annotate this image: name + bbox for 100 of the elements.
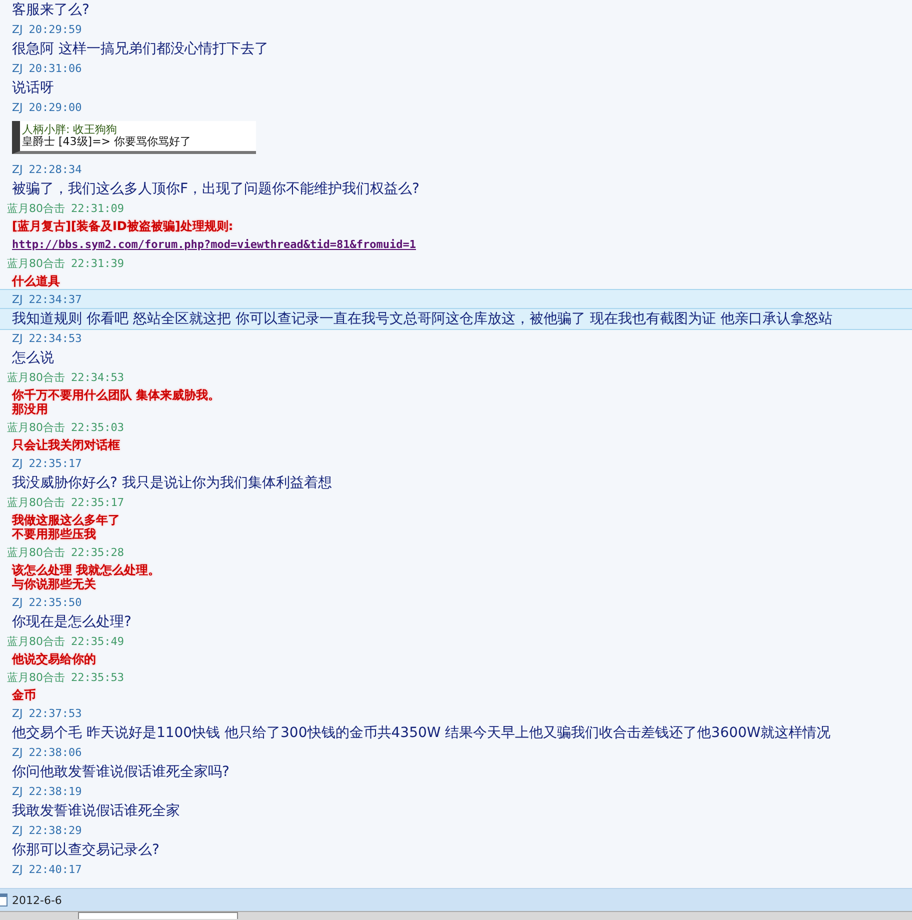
message-row[interactable]: 蓝月80合击 22:31:09	[0, 198, 912, 219]
message-row[interactable]: [蓝月复古][装备及ID被盗被骗]处理规则: http://bbs.sym2.com/forum.php?mod=viewthread&tid=81&fromuid=1	[0, 217, 912, 255]
message-text: 不要用那些压我	[12, 527, 97, 541]
message-row[interactable]: 蓝月80合击 22:35:53	[0, 667, 912, 688]
sender-name: ZJ	[12, 293, 23, 306]
message-text: 该怎么处理 我就怎么处理。	[12, 563, 162, 577]
message-row[interactable]: ZJ 22:38:06	[0, 742, 912, 763]
sender-name: ZJ	[12, 23, 23, 36]
message-time: 22:31:39	[71, 257, 124, 270]
message-row[interactable]: ZJ 20:29:59	[0, 19, 912, 40]
message-time: 22:34:37	[28, 293, 82, 306]
message-time: 22:34:53	[28, 332, 82, 345]
sender-name: 蓝月80合击	[7, 370, 65, 385]
message-row[interactable]: 蓝月80合击 22:35:49	[0, 631, 912, 652]
message-time: 22:35:03	[71, 421, 124, 434]
sender-name: 蓝月80合击	[7, 201, 65, 216]
sender-name: ZJ	[12, 62, 23, 75]
message-time: 22:35:53	[71, 671, 124, 684]
sender-name: ZJ	[12, 101, 23, 114]
message-row[interactable]: 你那可以查交易记录么?	[0, 839, 912, 861]
message-time: 22:28:34	[28, 163, 82, 176]
sender-name: 蓝月80合击	[7, 670, 65, 685]
message-time: 22:37:53	[28, 707, 82, 720]
message-row[interactable]: ZJ 22:34:53	[0, 328, 912, 349]
message-time: 20:29:00	[28, 101, 82, 114]
sender-name: ZJ	[12, 163, 23, 176]
sender-name: ZJ	[12, 746, 23, 759]
message-time: 22:38:29	[28, 824, 82, 837]
message-time: 22:35:49	[71, 635, 124, 648]
message-row[interactable]: 蓝月80合击 22:35:28	[0, 542, 912, 563]
sender-name: 蓝月80合击	[7, 256, 65, 271]
message-time: 22:38:06	[28, 746, 82, 759]
message-row[interactable]: 客服来了么?	[0, 0, 912, 21]
message-row[interactable]: 你问他敢发誓谁说假话谁死全家吗?	[0, 761, 912, 783]
message-row[interactable]: 我敢发誓谁说假话谁死全家	[0, 800, 912, 822]
message-row[interactable]: 蓝月80合击 22:34:53	[0, 367, 912, 388]
message-row[interactable]: 他交易个毛 昨天说好是1100快钱 他只给了300快钱的金币共4350W 结果今天早上他又骗我们收合击差钱还了他3600W就这样情况	[0, 722, 912, 744]
message-time: 22:35:17	[71, 496, 124, 509]
message-time: 22:31:09	[71, 202, 124, 215]
screenshot-text: 皇爵士 [43级]=> 你要骂你骂好了	[22, 136, 192, 148]
message-text: [蓝月复古][装备及ID被盗被骗]处理规则:	[12, 219, 234, 233]
message-text: 我做这服这么多年了	[12, 513, 121, 527]
message-row[interactable]: 我没威胁你好么? 我只是说让你为我们集体利益着想	[0, 472, 912, 494]
message-row[interactable]: 蓝月80合击 22:35:17	[0, 492, 912, 513]
message-row[interactable]: 很急阿 这样一搞兄弟们都没心情打下去了	[0, 38, 912, 60]
message-row[interactable]: 蓝月80合击 22:31:39	[0, 253, 912, 274]
message-text: 你千万不要用什么团队 集体来威胁我。	[12, 388, 222, 402]
message-row[interactable]: 我知道规则 你看吧 怒站全区就这把 你可以查记录一直在我号文总哥阿这仓库放这，被他骗了 现在我也有截图为证 他亲口承认拿怒站	[0, 308, 912, 330]
forum-link[interactable]: http://bbs.sym2.com/forum.php?mod=viewthread&tid=81&fromuid=1	[12, 238, 416, 252]
message-text: 只会让我关闭对话框	[12, 438, 121, 452]
message-row[interactable]: 只会让我关闭对话框	[0, 436, 912, 455]
message-row[interactable]: ZJ 20:29:00	[0, 97, 912, 118]
sender-name: ZJ	[12, 596, 23, 609]
message-time: 22:35:50	[28, 596, 82, 609]
message-row[interactable]: ZJ 22:35:50	[0, 592, 912, 613]
message-time: 22:34:53	[71, 371, 124, 384]
date-label: 2012-6-6	[12, 894, 62, 906]
message-row[interactable]: ZJ 22:38:19	[0, 781, 912, 802]
message-row[interactable]: 他说交易给你的	[0, 650, 912, 669]
sender-name: 蓝月80合击	[7, 495, 65, 510]
message-row[interactable]: 人柄小胖: 收王狗狗 皇爵士 [43级]=> 你要骂你骂好了	[0, 116, 912, 161]
message-time: 22:40:17	[28, 863, 82, 876]
message-row[interactable]: 怎么说	[0, 347, 912, 369]
sender-name: 蓝月80合击	[7, 545, 65, 560]
message-time: 20:29:59	[28, 23, 82, 36]
message-row[interactable]: ZJ 22:37:53	[0, 703, 912, 724]
calendar-icon	[0, 893, 8, 907]
message-row[interactable]: ZJ 20:31:06	[0, 58, 912, 79]
message-row[interactable]: 说话呀	[0, 77, 912, 99]
message-row[interactable]: ZJ 22:35:17	[0, 453, 912, 474]
sender-name: 蓝月80合击	[7, 420, 65, 435]
scroll-bar[interactable]	[0, 911, 912, 920]
message-row[interactable]: 该怎么处理 我就怎么处理。 与你说那些无关	[0, 561, 912, 594]
message-time: 22:35:28	[71, 546, 124, 559]
message-row[interactable]: 你千万不要用什么团队 集体来威胁我。 那没用	[0, 386, 912, 419]
message-row[interactable]: ZJ 22:28:34	[0, 159, 912, 180]
message-row[interactable]: ZJ 22:38:29	[0, 820, 912, 841]
message-text: 与你说那些无关	[12, 577, 97, 591]
sender-name: ZJ	[12, 707, 23, 720]
message-row[interactable]: 你现在是怎么处理?	[0, 611, 912, 633]
sender-name: ZJ	[12, 457, 23, 470]
message-row[interactable]: 被骗了，我们这么多人顶你F，出现了问题你不能维护我们权益么?	[0, 178, 912, 200]
message-row[interactable]: ZJ 22:34:37	[0, 289, 912, 310]
message-row[interactable]: ZJ 22:40:17	[0, 859, 912, 880]
message-text: 金币	[12, 688, 37, 702]
screenshot-text: 人柄小胖: 收王狗狗	[22, 124, 118, 136]
message-row[interactable]: 我做这服这么多年了 不要用那些压我	[0, 511, 912, 544]
message-row[interactable]: 金币	[0, 686, 912, 705]
sender-name: ZJ	[12, 332, 23, 345]
message-time: 22:38:19	[28, 785, 82, 798]
message-row[interactable]: 什么道具	[0, 272, 912, 291]
message-time: 22:35:17	[28, 457, 82, 470]
message-text: 什么道具	[12, 274, 61, 288]
sender-name: ZJ	[12, 785, 23, 798]
sender-name: ZJ	[12, 863, 23, 876]
sender-name: ZJ	[12, 824, 23, 837]
message-text: 他说交易给你的	[12, 652, 97, 666]
message-row[interactable]: 蓝月80合击 22:35:03	[0, 417, 912, 438]
message-time: 20:31:06	[28, 62, 82, 75]
message-text: 那没用	[12, 402, 49, 416]
